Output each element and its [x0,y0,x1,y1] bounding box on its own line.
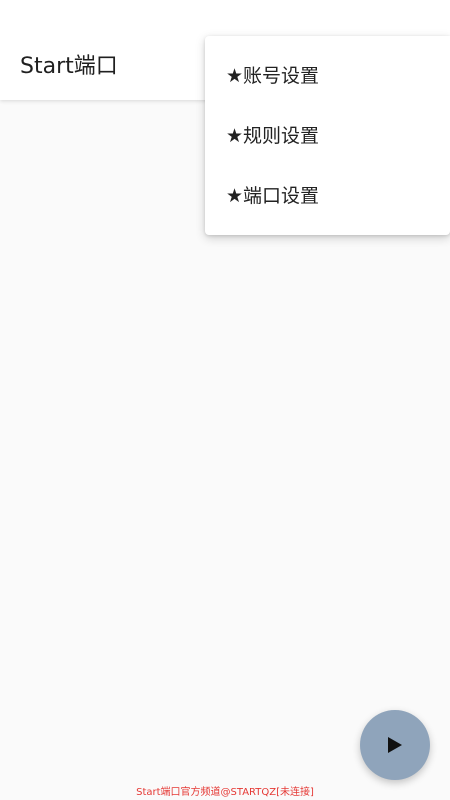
menu-item-port-settings[interactable]: ★端口设置 [205,166,450,226]
menu-item-rule-settings[interactable]: ★规则设置 [205,106,450,166]
status-footer: Start端口官方频道@STARTQZ[未连接] [136,787,314,798]
menu-item-account-settings[interactable]: ★账号设置 [205,46,450,106]
app-title: Start端口 [20,54,118,79]
play-icon [388,737,402,753]
play-button[interactable] [360,710,430,780]
overflow-menu: ★账号设置 ★规则设置 ★端口设置 [205,36,450,235]
